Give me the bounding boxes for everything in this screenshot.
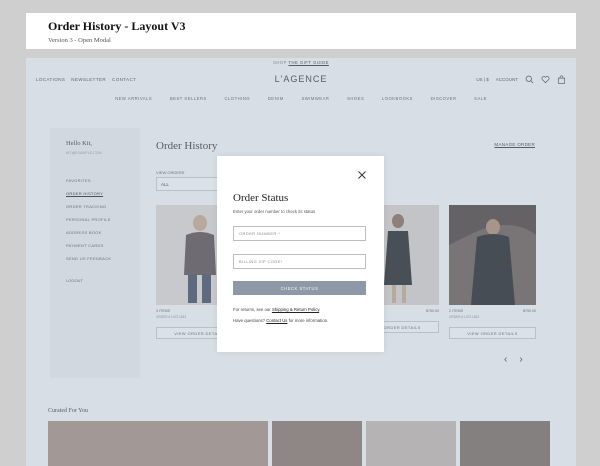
returns-note: For returns, see our Shipping & Return P… bbox=[233, 307, 320, 312]
layout-subtitle: Version 3 - Open Modal bbox=[48, 37, 111, 44]
billing-zip-input[interactable] bbox=[233, 254, 366, 269]
close-icon[interactable] bbox=[357, 170, 367, 180]
returns-note-prefix: For returns, see our bbox=[233, 307, 272, 312]
check-status-button[interactable]: CHECK STATUS bbox=[233, 281, 366, 295]
shipping-return-policy-link[interactable]: Shipping & Return Policy bbox=[272, 307, 319, 312]
order-number-input[interactable] bbox=[233, 226, 366, 241]
modal-title: Order Status bbox=[233, 192, 289, 204]
questions-note: Have questions? Contact Us for more info… bbox=[233, 318, 328, 323]
contact-us-link[interactable]: Contact Us bbox=[266, 318, 287, 323]
layout-title: Order History - Layout V3 bbox=[48, 19, 186, 33]
modal-description: Enter your order number to check its sta… bbox=[233, 209, 316, 214]
order-status-modal: Order Status Enter your order number to … bbox=[217, 156, 384, 352]
questions-note-prefix: Have questions? bbox=[233, 318, 267, 323]
returns-note-suffix: . bbox=[319, 307, 321, 312]
layout-header-card: Order History - Layout V3 Version 3 - Op… bbox=[26, 13, 576, 49]
questions-note-suffix: for more information. bbox=[287, 318, 329, 323]
